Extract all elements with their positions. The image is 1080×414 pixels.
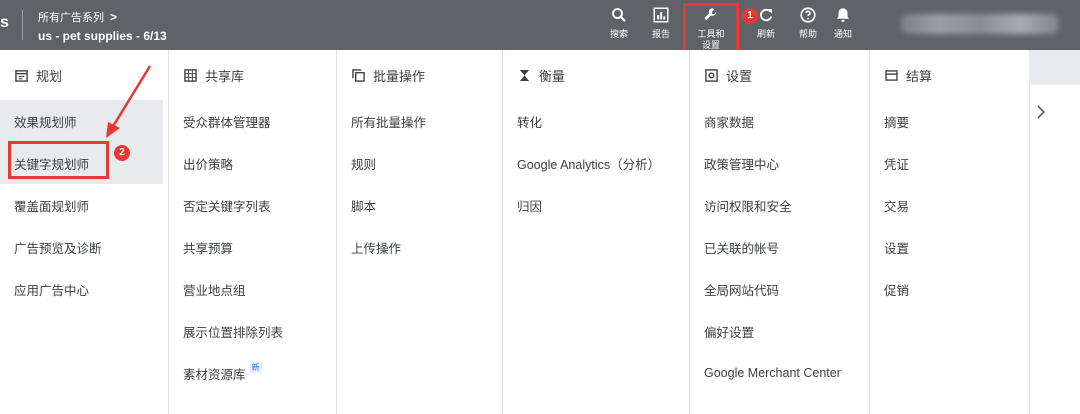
notifications-label: 通知 [833,29,852,39]
column-billing: 结算 摘要 凭证 交易 设置 促销 [870,50,1029,414]
bell-icon [820,6,866,26]
settings-box-icon [704,68,718,82]
tools-menu-panel: 规划 效果规划师 关键字规划师 覆盖面规划师 广告预览及诊断 应用广告中心 共享… [0,50,1029,414]
column-heading: 共享库 [169,50,336,100]
reports-icon [638,6,684,26]
menu-item-summary[interactable]: 摘要 [870,100,1029,142]
hourglass-icon [517,68,531,82]
account-path: 所有广告系列 [38,12,104,24]
user-account-blurred[interactable] [900,14,1060,34]
menu-item-business-data[interactable]: 商家数据 [690,100,869,142]
column-bulk-actions: 批量操作 所有批量操作 规则 脚本 上传操作 [337,50,503,414]
top-bar: s 所有广告系列 > us - pet supplies - 6/13 搜索 报… [0,0,1080,50]
refresh-label: 刷新 [756,29,775,39]
menu-item-scripts[interactable]: 脚本 [337,184,502,226]
menu-item-conversions[interactable]: 转化 [503,100,689,142]
menu-item-keyword-planner[interactable]: 关键字规划师 [0,142,163,184]
new-badge: 新 [249,361,262,373]
column-heading: 结算 [870,50,1029,100]
column-heading: 衡量 [503,50,689,100]
brand-fragment: s [0,14,9,31]
menu-item-billing-settings[interactable]: 设置 [870,226,1029,268]
wrench-icon [688,6,734,26]
account-name: us - pet supplies - 6/13 [38,29,167,43]
column-measurement: 衡量 转化 Google Analytics（分析） 归因 [503,50,690,414]
heading-label: 批量操作 [373,68,426,84]
menu-item-asset-library[interactable]: 素材资源库 新 [169,352,336,394]
grid-icon [183,68,197,82]
asset-library-label: 素材资源库 [183,367,246,382]
heading-label: 共享库 [205,68,245,84]
menu-item-documents[interactable]: 凭证 [870,142,1029,184]
search-label: 搜索 [609,29,628,39]
account-selector[interactable]: 所有广告系列 > us - pet supplies - 6/13 [38,9,167,43]
menu-item-app-ads-hub[interactable]: 应用广告中心 [0,268,163,310]
menu-item-google-merchant-center[interactable]: Google Merchant Center [690,352,869,394]
column-shared-library: 共享库 受众群体管理器 出价策略 否定关键字列表 共享预算 营业地点组 展示位置… [169,50,337,414]
menu-item-google-analytics[interactable]: Google Analytics（分析） [503,142,689,184]
calendar-icon [14,68,28,82]
column-heading: 批量操作 [337,50,502,100]
menu-item-policy-manager[interactable]: 政策管理中心 [690,142,869,184]
menu-item-transactions[interactable]: 交易 [870,184,1029,226]
menu-item-all-bulk-actions[interactable]: 所有批量操作 [337,100,502,142]
chevron-right-icon: > [110,10,118,24]
menu-item-location-groups[interactable]: 营业地点组 [169,268,336,310]
menu-item-placement-exclusion-lists[interactable]: 展示位置排除列表 [169,310,336,352]
menu-item-ad-preview[interactable]: 广告预览及诊断 [0,226,163,268]
menu-item-reach-planner[interactable]: 覆盖面规划师 [0,184,163,226]
card-icon [884,68,898,82]
chevron-right-icon[interactable] [1036,104,1046,125]
menu-item-linked-accounts[interactable]: 已关联的帐号 [690,226,869,268]
menu-item-preferences[interactable]: 偏好设置 [690,310,869,352]
reports-button[interactable]: 报告 [638,6,684,46]
strip-body [1029,85,1080,414]
heading-label: 设置 [726,68,753,84]
menu-item-access-security[interactable]: 访问权限和安全 [690,184,869,226]
heading-label: 衡量 [539,68,566,84]
notifications-button[interactable]: 通知 [820,6,866,46]
menu-item-negative-keyword-lists[interactable]: 否定关键字列表 [169,184,336,226]
column-heading: 规划 [0,50,168,100]
annotation-badge-1: 1 [742,8,758,24]
menu-item-performance-planner[interactable]: 效果规划师 [0,100,163,142]
copy-icon [351,68,365,82]
tools-settings-button[interactable]: 工具和设置 [688,6,734,50]
heading-label: 规划 [36,68,63,84]
heading-label: 结算 [906,68,933,84]
menu-item-shared-budgets[interactable]: 共享预算 [169,226,336,268]
reports-label: 报告 [651,29,670,39]
menu-item-promotions[interactable]: 促销 [870,268,1029,310]
annotation-badge-2: 2 [114,145,130,161]
menu-item-global-site-tag[interactable]: 全局网站代码 [690,268,869,310]
menu-item-attribution[interactable]: 归因 [503,184,689,226]
menu-item-bid-strategies[interactable]: 出价策略 [169,142,336,184]
divider [22,10,23,40]
column-setup: 设置 商家数据 政策管理中心 访问权限和安全 已关联的帐号 全局网站代码 偏好设… [690,50,870,414]
search-icon [596,6,642,26]
menu-item-audience-manager[interactable]: 受众群体管理器 [169,100,336,142]
menu-item-uploads[interactable]: 上传操作 [337,226,502,268]
strip-top [1029,50,1080,85]
column-planning: 规划 效果规划师 关键字规划师 覆盖面规划师 广告预览及诊断 应用广告中心 [0,50,169,414]
column-heading: 设置 [690,50,869,100]
search-button[interactable]: 搜索 [596,6,642,46]
menu-item-rules[interactable]: 规则 [337,142,502,184]
tools-settings-label: 工具和设置 [697,29,725,50]
